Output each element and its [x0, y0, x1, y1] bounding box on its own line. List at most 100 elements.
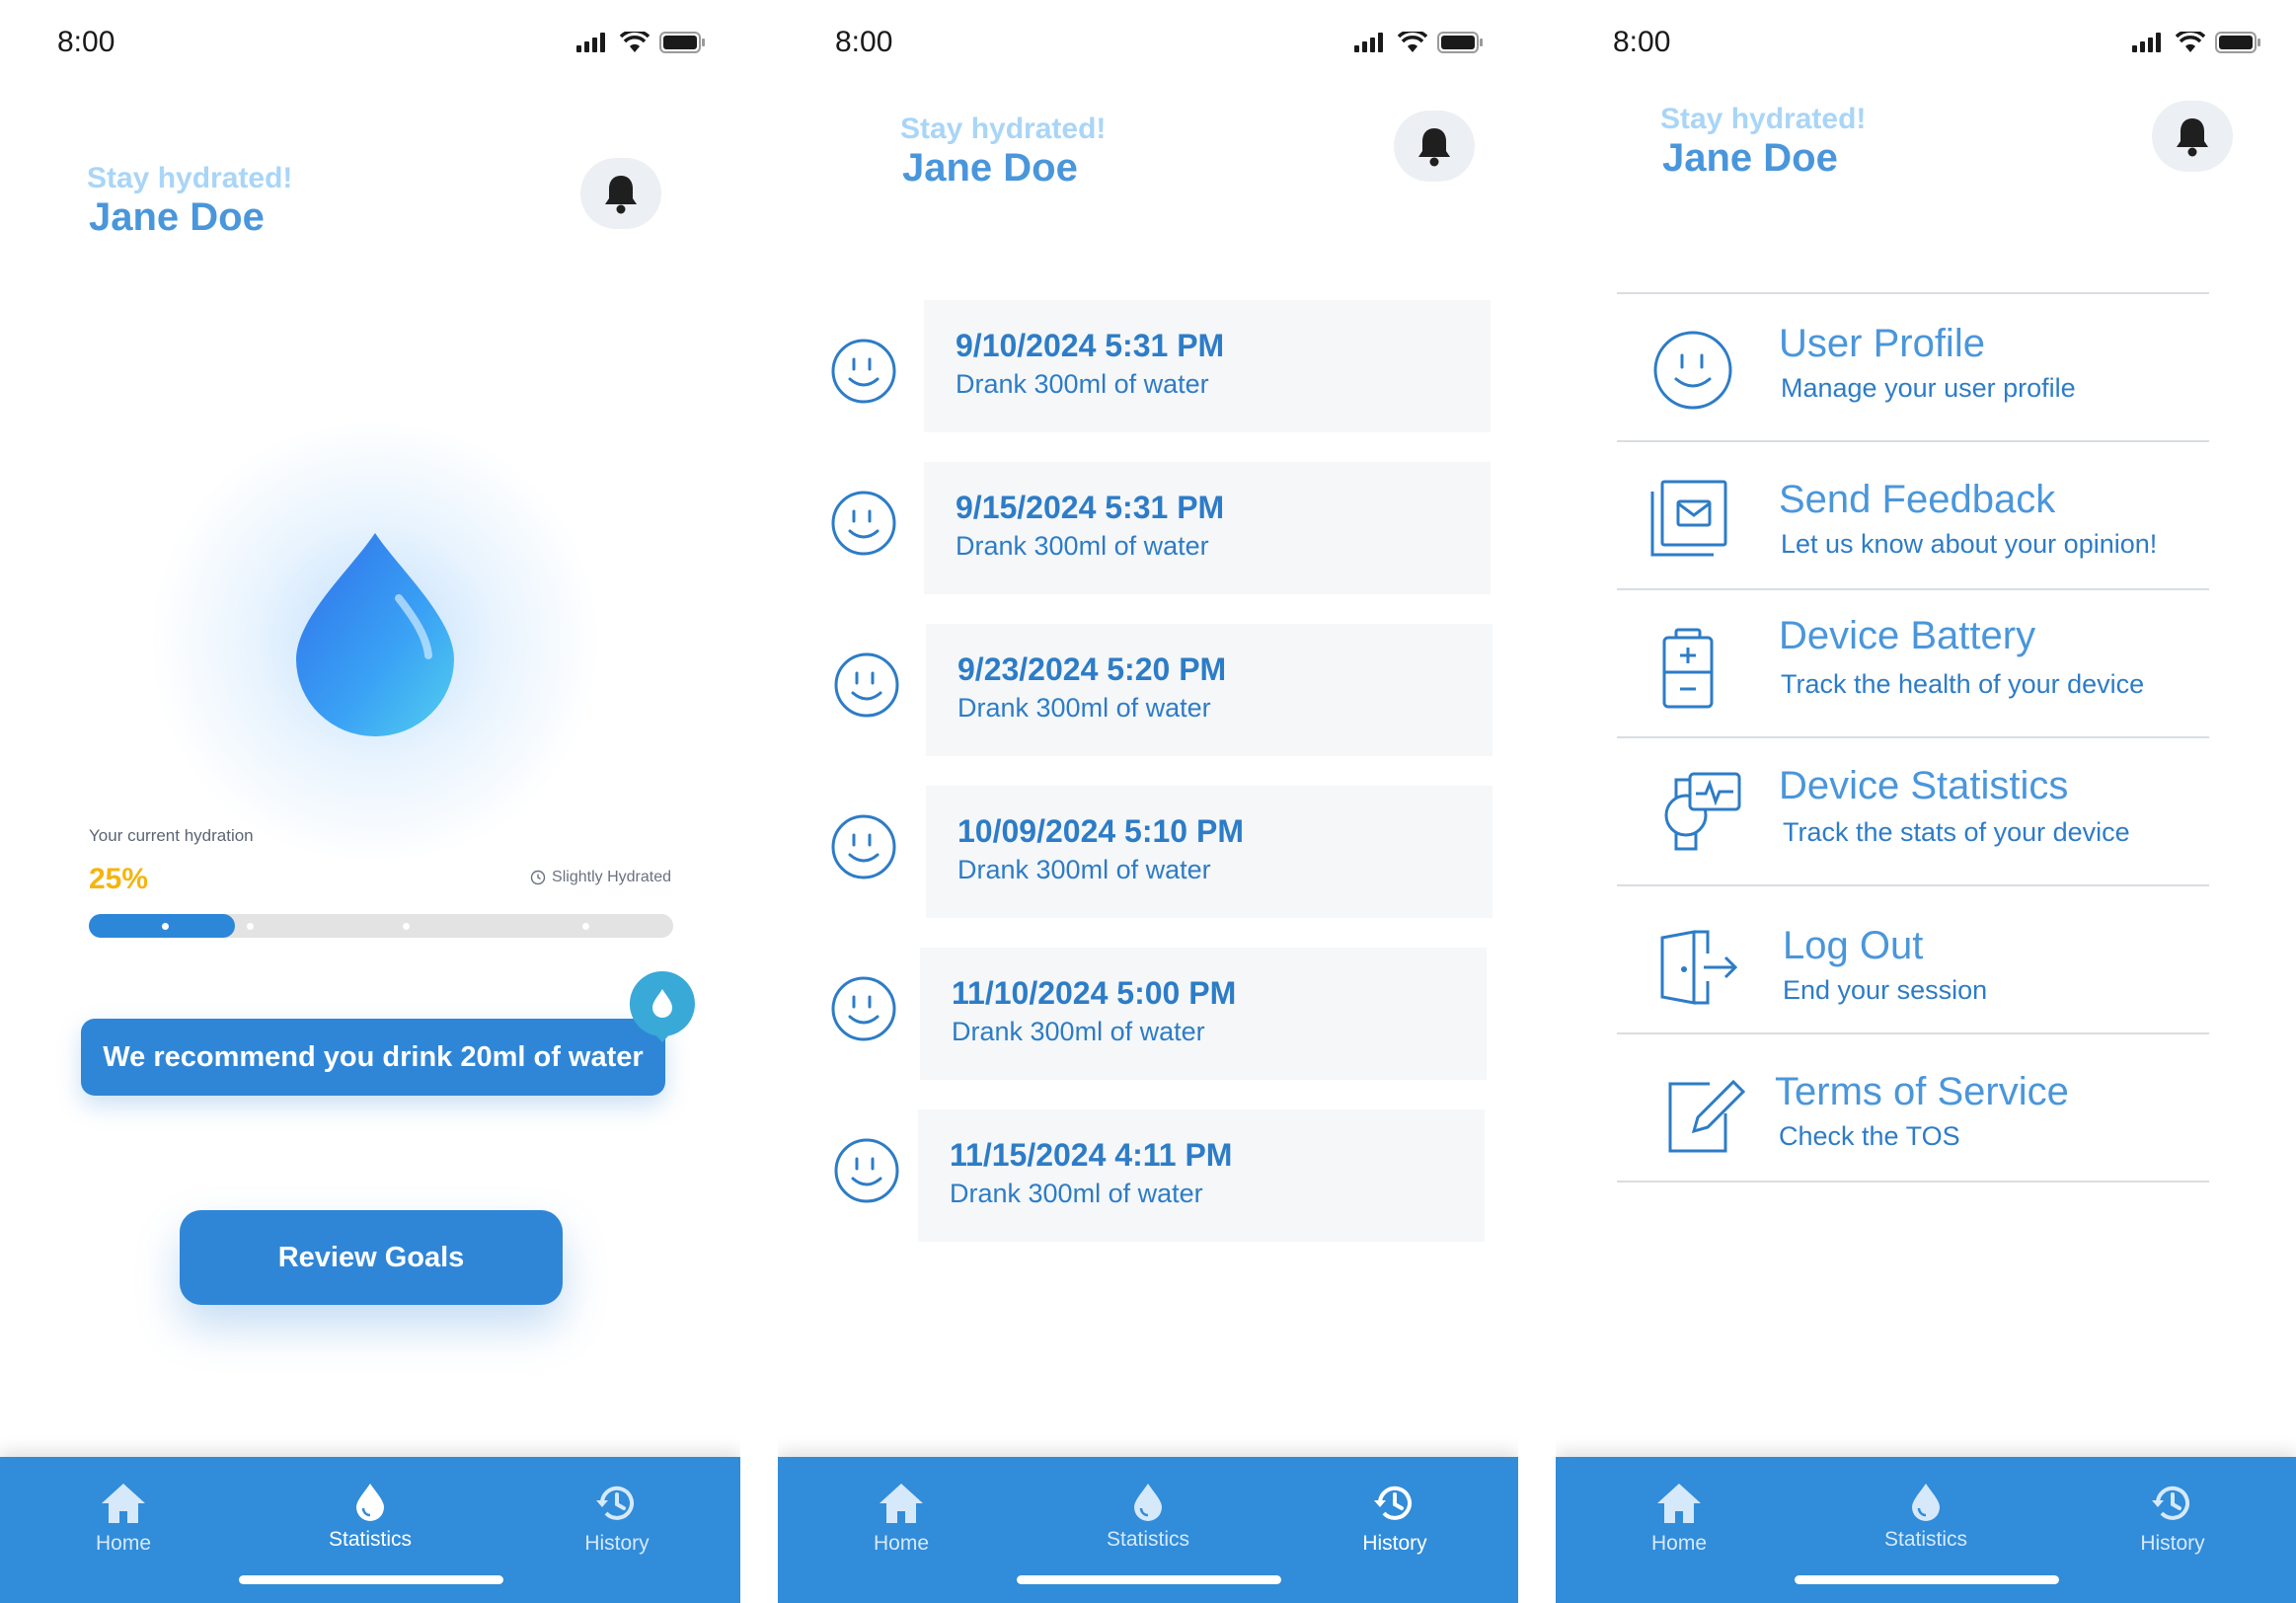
nav-history-label: History [2140, 1532, 2205, 1555]
signal-icon [576, 33, 605, 52]
entry-text: Drank 300ml of water [952, 1017, 1205, 1046]
home-screen: 8:00 Stay hydrated! Jane Doe Your curren… [0, 0, 740, 1603]
nav-history[interactable]: History [1321, 1481, 1469, 1556]
history-entry-card: 9/15/2024 5:31 PM Drank 300ml of water [924, 462, 1491, 594]
menu-item-title: Device Battery [1779, 614, 2036, 657]
entry-date: 10/09/2024 5:10 PM [957, 813, 1244, 849]
smiley-icon [831, 976, 896, 1041]
recommendation-banner: We recommend you drink 20ml of water [81, 1019, 665, 1096]
notification-button[interactable] [2152, 101, 2233, 172]
nav-statistics[interactable]: Statistics [1074, 1481, 1222, 1552]
progress-step-dot [162, 923, 169, 930]
notification-button[interactable] [580, 158, 661, 229]
home-indicator [239, 1575, 503, 1584]
entry-text: Drank 300ml of water [957, 693, 1211, 723]
wifi-icon [1398, 32, 1427, 52]
menu-item-subtitle: Track the stats of your device [1783, 817, 2130, 847]
history-entry[interactable]: 11/15/2024 4:11 PM Drank 300ml of water [778, 1109, 1518, 1244]
history-icon [596, 1486, 634, 1520]
hydration-progress-bar [89, 914, 673, 938]
entry-date: 9/10/2024 5:31 PM [956, 328, 1225, 363]
nav-home-label: Home [1650, 1532, 1708, 1555]
menu-divider [1617, 1032, 2209, 1034]
smiley-icon [834, 1138, 899, 1203]
nav-history-label: History [584, 1532, 650, 1555]
nav-statistics[interactable]: Statistics [1852, 1481, 2000, 1552]
nav-history[interactable]: History [543, 1481, 691, 1556]
menu-divider [1617, 440, 2209, 442]
menu-item-subtitle: Track the health of your device [1781, 669, 2145, 699]
history-entry-card: 9/23/2024 5:20 PM Drank 300ml of water [926, 624, 1492, 756]
history-entry[interactable]: 9/23/2024 5:20 PM Drank 300ml of water [778, 624, 1518, 758]
menu-divider [1617, 1181, 2209, 1183]
user-name: Jane Doe [902, 146, 1078, 190]
signal-icon [2132, 33, 2161, 52]
history-entry-card: 11/10/2024 5:00 PM Drank 300ml of water [920, 948, 1487, 1080]
nav-home[interactable]: Home [49, 1481, 197, 1556]
notification-button[interactable] [1394, 111, 1475, 182]
bell-icon [2177, 118, 2208, 157]
wifi-icon [2176, 32, 2205, 52]
status-time: 8:00 [835, 26, 893, 58]
status-time: 8:00 [57, 26, 115, 58]
progress-step-dot [403, 923, 410, 930]
bell-icon [1418, 128, 1450, 167]
logout-icon [1660, 930, 1738, 1005]
menu-item-title: Terms of Service [1775, 1070, 2069, 1113]
history-icon [2152, 1486, 2189, 1520]
progress-step-dot [582, 923, 589, 930]
bell-icon [605, 176, 637, 214]
nav-home[interactable]: Home [827, 1481, 975, 1556]
menu-item-title: User Profile [1779, 322, 1985, 365]
nav-home[interactable]: Home [1605, 1481, 1753, 1556]
entry-text: Drank 300ml of water [956, 531, 1209, 561]
menu-divider [1617, 588, 2209, 590]
mail-icon [1650, 480, 1727, 557]
nav-home-label: Home [873, 1532, 930, 1555]
smiley-icon [831, 814, 896, 879]
nav-history[interactable]: History [2099, 1481, 2247, 1556]
drop-nav-icon [1134, 1484, 1162, 1521]
nav-statistics[interactable]: Statistics [296, 1481, 444, 1552]
home-indicator [1017, 1575, 1281, 1584]
nav-home-label: Home [95, 1532, 152, 1555]
drop-nav-icon [1912, 1484, 1940, 1521]
hydration-label: Your current hydration [89, 826, 254, 845]
menu-divider [1617, 736, 2209, 738]
home-indicator [1795, 1575, 2059, 1584]
menu-item-title: Log Out [1783, 924, 1924, 967]
nav-statistics-label: Statistics [328, 1528, 413, 1551]
smiley-icon [834, 652, 899, 718]
history-entry[interactable]: 9/15/2024 5:31 PM Drank 300ml of water [778, 462, 1518, 596]
nav-statistics-label: Statistics [1883, 1528, 1968, 1551]
drop-nav-icon [356, 1484, 384, 1521]
menu-item-subtitle: End your session [1783, 975, 1988, 1005]
progress-step-dot [247, 923, 254, 930]
history-entry[interactable]: 9/10/2024 5:31 PM Drank 300ml of water [778, 300, 1518, 434]
drop-badge-icon [628, 969, 697, 1047]
hydration-status: Slightly Hydrated [530, 869, 671, 886]
nav-history-label: History [1362, 1532, 1427, 1555]
user-name: Jane Doe [1662, 136, 1838, 180]
greeting: Stay hydrated! [87, 162, 293, 194]
bottom-nav: Home Statistics History [1556, 1457, 2296, 1603]
user-name: Jane Doe [89, 195, 265, 239]
greeting: Stay hydrated! [900, 113, 1107, 145]
smiley-icon [831, 339, 896, 404]
status-time: 8:00 [1613, 26, 1671, 58]
wifi-icon [620, 32, 650, 52]
entry-date: 11/15/2024 4:11 PM [950, 1137, 1233, 1173]
menu-item-title: Send Feedback [1779, 478, 2056, 521]
watch-stats-icon [1664, 772, 1741, 851]
hydration-status-text: Slightly Hydrated [552, 869, 671, 885]
menu-item-subtitle: Manage your user profile [1781, 373, 2076, 403]
status-icons [1354, 32, 1483, 53]
bottom-nav: Home Statistics History [0, 1457, 740, 1603]
menu-item-subtitle: Check the TOS [1779, 1121, 1960, 1151]
history-entry[interactable]: 11/10/2024 5:00 PM Drank 300ml of water [778, 948, 1518, 1082]
battery-icon [1662, 628, 1714, 709]
battery-status-icon [659, 32, 705, 53]
status-icons [576, 32, 705, 53]
review-goals-button[interactable]: Review Goals [180, 1210, 563, 1305]
history-entry[interactable]: 10/09/2024 5:10 PM Drank 300ml of water [778, 786, 1518, 920]
